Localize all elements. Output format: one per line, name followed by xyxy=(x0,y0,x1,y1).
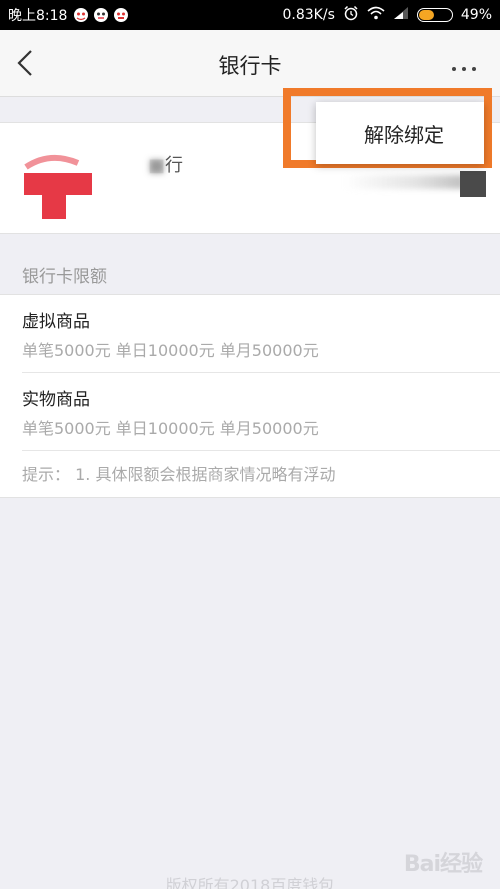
battery-fill xyxy=(418,10,435,20)
battery-percent: 49% xyxy=(460,7,492,23)
status-bar: 晚上8:18 0.83K/s 49% xyxy=(0,0,500,30)
more-menu-popup: 解除绑定 xyxy=(316,102,484,164)
more-dots-icon[interactable] xyxy=(450,58,478,71)
limits-list: 虚拟商品 单笔5000元 单日10000元 单月50000元 实物商品 单笔50… xyxy=(0,294,500,498)
bank-name-visible: 行 xyxy=(165,155,184,176)
status-time: 晚上8:18 xyxy=(8,8,68,24)
bank-name-blurred: ■ xyxy=(148,155,166,176)
network-speed: 0.83K/s xyxy=(282,7,335,23)
limit-row-physical: 实物商品 单笔5000元 单日10000元 单月50000元 xyxy=(22,373,500,451)
limits-tip: 提示： 1. 具体限额会根据商家情况略有浮动 xyxy=(22,465,336,484)
battery-icon xyxy=(416,8,453,22)
limit-row-name: 虚拟商品 xyxy=(22,312,90,332)
card-number-blurred xyxy=(344,175,464,189)
limit-row-detail: 单笔5000元 单日10000元 单月50000元 xyxy=(22,341,319,360)
alarm-icon xyxy=(343,5,359,25)
limits-section-header: 银行卡限额 xyxy=(22,267,107,287)
signal-icon xyxy=(393,6,409,24)
bank-name: ■行 xyxy=(148,151,183,177)
nav-bar: 银行卡 xyxy=(0,30,500,97)
limit-row-detail: 单笔5000元 单日10000元 单月50000元 xyxy=(22,419,319,438)
limit-row-name: 实物商品 xyxy=(22,390,90,410)
bank-logo-icon xyxy=(20,147,98,221)
card-number-mask xyxy=(460,171,486,197)
wifi-icon xyxy=(367,6,385,24)
notification-app-icon xyxy=(73,7,89,23)
page-title: 银行卡 xyxy=(218,54,282,78)
unbind-card-menu-item[interactable]: 解除绑定 xyxy=(356,119,444,148)
notification-app-icon xyxy=(113,7,129,23)
limit-row-virtual: 虚拟商品 单笔5000元 单日10000元 单月50000元 xyxy=(22,295,500,373)
copyright-footer: 版权所有2018百度钱包 xyxy=(165,876,335,889)
notification-app-icon xyxy=(93,7,109,23)
